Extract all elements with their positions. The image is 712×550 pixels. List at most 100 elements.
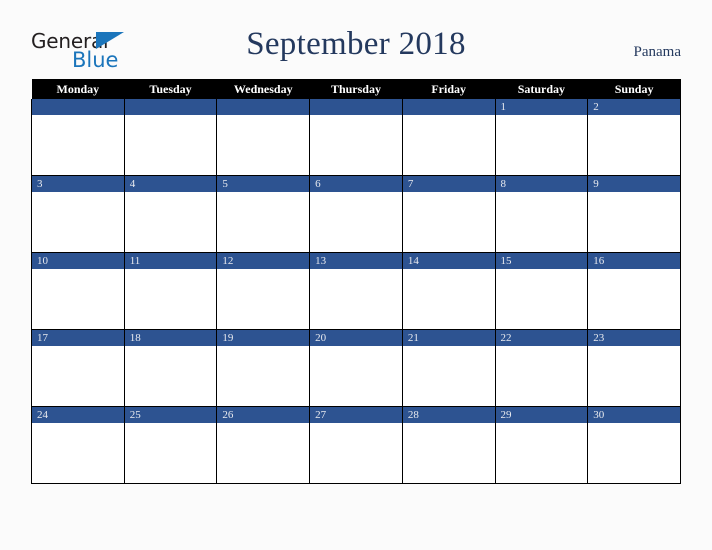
calendar-day-cell[interactable]: 29 (494, 406, 589, 484)
day-event-area[interactable] (402, 115, 495, 174)
day-event-area[interactable] (402, 269, 495, 328)
day-event-area[interactable] (124, 115, 217, 174)
day-number (32, 99, 124, 115)
calendar-day-cell[interactable]: 18 (123, 329, 218, 407)
calendar-day-cell[interactable]: 6 (309, 175, 403, 253)
calendar-day-cell[interactable]: 9 (587, 175, 681, 253)
day-event-area[interactable] (217, 115, 310, 174)
day-event-area[interactable] (588, 192, 680, 251)
day-event-area[interactable] (402, 346, 495, 405)
day-number: 14 (402, 253, 495, 269)
day-event-area[interactable] (124, 346, 217, 405)
day-event-area[interactable] (124, 192, 217, 251)
day-event-area[interactable] (588, 269, 680, 328)
calendar-day-cell[interactable]: 26 (216, 406, 311, 484)
day-event-area[interactable] (32, 115, 124, 174)
day-event-area[interactable] (32, 192, 124, 251)
calendar-day-cell[interactable]: 25 (123, 406, 218, 484)
day-event-area[interactable] (495, 115, 588, 174)
day-number: 17 (32, 330, 124, 346)
calendar-day-cell[interactable]: 15 (494, 252, 589, 330)
calendar-week-row: 24 25 26 27 28 29 30 (31, 406, 681, 484)
calendar-day-cell[interactable]: 27 (309, 406, 403, 484)
calendar-day-cell[interactable]: 24 (31, 406, 125, 484)
day-number: 18 (124, 330, 217, 346)
day-event-area[interactable] (217, 423, 310, 482)
day-event-area[interactable] (217, 192, 310, 251)
day-number: 11 (124, 253, 217, 269)
calendar-day-cell[interactable]: 21 (401, 329, 496, 407)
day-number: 4 (124, 176, 217, 192)
day-event-area[interactable] (217, 269, 310, 328)
calendar-day-cell[interactable] (31, 99, 125, 176)
calendar-day-cell[interactable]: 1 (494, 99, 589, 176)
day-number: 29 (495, 407, 588, 423)
day-number: 27 (310, 407, 402, 423)
day-event-area[interactable] (124, 423, 217, 482)
day-event-area[interactable] (124, 269, 217, 328)
calendar-day-cell[interactable]: 4 (123, 175, 218, 253)
day-event-area[interactable] (217, 346, 310, 405)
calendar-day-cell[interactable]: 3 (31, 175, 125, 253)
day-event-area[interactable] (310, 423, 402, 482)
day-event-area[interactable] (402, 192, 495, 251)
calendar-day-cell[interactable]: 23 (587, 329, 681, 407)
day-number: 12 (217, 253, 310, 269)
day-number: 8 (495, 176, 588, 192)
weekday-header-friday: Friday (402, 79, 496, 99)
day-event-area[interactable] (402, 423, 495, 482)
calendar-day-cell[interactable] (123, 99, 218, 176)
day-event-area[interactable] (495, 269, 588, 328)
page-title: September 2018 (246, 26, 466, 62)
calendar-day-cell[interactable]: 5 (216, 175, 311, 253)
region-label: Panama (633, 44, 681, 60)
day-event-area[interactable] (588, 115, 680, 174)
calendar-day-cell[interactable]: 22 (494, 329, 589, 407)
calendar-day-cell[interactable]: 7 (401, 175, 496, 253)
day-number: 26 (217, 407, 310, 423)
calendar-day-cell[interactable]: 17 (31, 329, 125, 407)
day-number: 28 (402, 407, 495, 423)
day-event-area[interactable] (495, 192, 588, 251)
calendar-day-cell[interactable]: 14 (401, 252, 496, 330)
day-event-area[interactable] (32, 423, 124, 482)
calendar-page: General Blue September 2018 Panama Monda… (0, 0, 712, 550)
day-event-area[interactable] (310, 346, 402, 405)
day-number: 20 (310, 330, 402, 346)
day-event-area[interactable] (310, 192, 402, 251)
calendar-day-cell[interactable]: 11 (123, 252, 218, 330)
day-number: 19 (217, 330, 310, 346)
calendar-day-cell[interactable]: 2 (587, 99, 681, 176)
day-event-area[interactable] (32, 346, 124, 405)
day-event-area[interactable] (310, 115, 402, 174)
calendar-day-cell[interactable]: 13 (309, 252, 403, 330)
day-event-area[interactable] (310, 269, 402, 328)
calendar-week-row: 3456789 (31, 175, 681, 253)
day-number: 25 (124, 407, 217, 423)
day-event-area[interactable] (588, 423, 680, 482)
calendar-day-cell[interactable]: 30 (587, 406, 681, 484)
day-number (402, 99, 495, 115)
day-event-area[interactable] (32, 269, 124, 328)
weekday-header-tuesday: Tuesday (124, 79, 217, 99)
day-number: 9 (588, 176, 680, 192)
calendar-day-cell[interactable]: 16 (587, 252, 681, 330)
calendar-day-cell[interactable] (401, 99, 496, 176)
calendar-week-row: 17 18 19 20 21 22 23 (31, 329, 681, 407)
weekday-header-wednesday: Wednesday (216, 79, 310, 99)
calendar-day-cell[interactable]: 20 (309, 329, 403, 407)
day-event-area[interactable] (495, 346, 588, 405)
day-number: 22 (495, 330, 588, 346)
day-event-area[interactable] (495, 423, 588, 482)
calendar-body: 1 2 3 4 5 6 7 8 9 10 11 12 13 14 15 16 17 18 19 20 21 22 23 24 2… (31, 99, 681, 484)
day-event-area[interactable] (588, 346, 680, 405)
calendar-day-cell[interactable] (309, 99, 403, 176)
calendar-day-cell[interactable]: 8 (494, 175, 589, 253)
calendar-day-cell[interactable]: 10 (31, 252, 125, 330)
weekday-header-monday: Monday (31, 79, 125, 99)
day-number: 30 (588, 407, 680, 423)
calendar-day-cell[interactable] (216, 99, 311, 176)
calendar-day-cell[interactable]: 19 (216, 329, 311, 407)
calendar-day-cell[interactable]: 28 (401, 406, 496, 484)
calendar-day-cell[interactable]: 12 (216, 252, 311, 330)
